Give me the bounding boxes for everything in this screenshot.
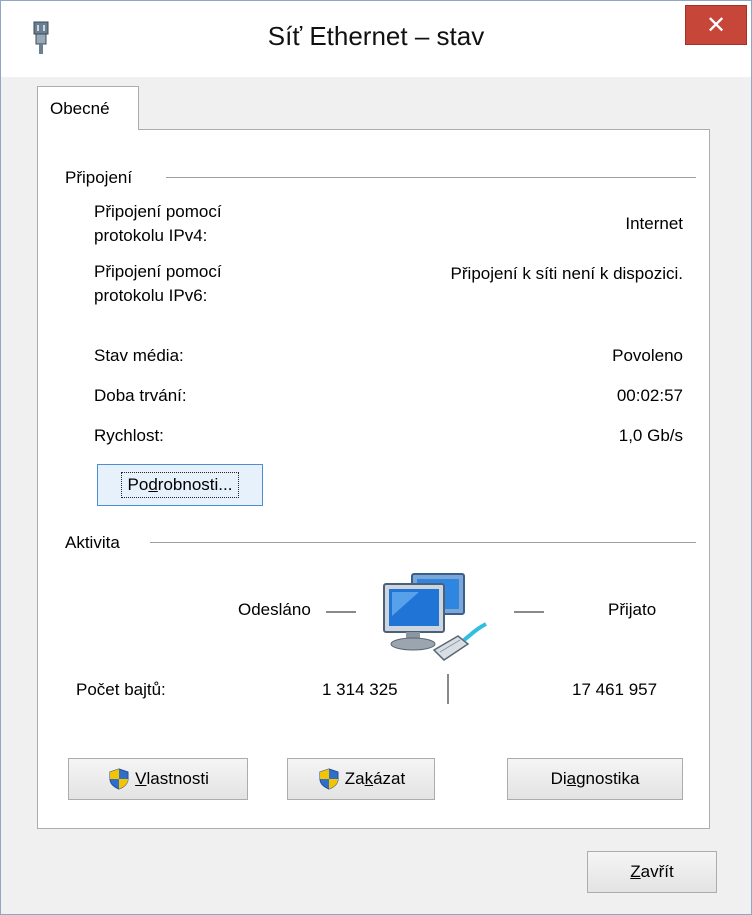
properties-label-key: V (135, 769, 147, 788)
received-connector-line (514, 611, 544, 613)
details-label-pre: Po (127, 475, 149, 494)
duration-label: Doba trvání: (94, 386, 187, 405)
tab-panel-general: Připojení Připojení pomocí protokolu IPv… (37, 129, 710, 829)
network-computers-icon (383, 573, 487, 661)
group-divider-activity (150, 542, 696, 543)
properties-button-label: Vlastnosti (135, 769, 209, 789)
diagnose-label-pre: Di (550, 769, 567, 788)
disable-button[interactable]: Zakázat (287, 758, 435, 800)
received-label: Přijato (608, 600, 657, 619)
diagnose-button-label: Diagnostika (551, 769, 640, 789)
diagnose-label-post: gnostika (576, 769, 640, 788)
close-label-key: Z (630, 862, 641, 881)
ipv4-label-line2: protokolu IPv4: (94, 226, 208, 245)
details-button[interactable]: Podrobnosti... (97, 464, 263, 506)
details-label-key: d (148, 475, 158, 494)
ipv6-label-line2: protokolu IPv6: (94, 286, 208, 305)
close-icon: ✕ (705, 12, 727, 39)
title-bar: Síť Ethernet – stav ✕ (1, 1, 751, 77)
ipv6-value: Připojení k síti není k dispozici. (450, 264, 683, 283)
uac-shield-icon (319, 768, 339, 790)
tab-general-label: Obecné (50, 99, 110, 118)
bytes-label: Počet bajtů: (76, 680, 166, 699)
disable-label-post: ázat (373, 769, 406, 788)
bytes-received-value: 17 461 957 (572, 680, 658, 699)
disable-button-label: Zakázat (345, 769, 405, 789)
group-divider-connection (166, 177, 696, 178)
window-title: Síť Ethernet – stav (267, 21, 485, 51)
duration-value: 00:02:57 (616, 386, 683, 405)
diagnose-label-key: a (566, 769, 577, 788)
media-state-label: Stav média: (94, 346, 184, 365)
close-button-label: Zavřít (630, 862, 673, 882)
bytes-sent-value: 1 314 325 (322, 680, 398, 699)
ipv4-value: Internet (625, 214, 683, 233)
dialog-window: Síť Ethernet – stav ✕ Obecné Připojení P… (0, 0, 752, 915)
dialog-client-area: Obecné Připojení Připojení pomocí protok… (8, 77, 744, 909)
tab-general[interactable]: Obecné (37, 86, 139, 130)
uac-shield-icon (109, 768, 129, 790)
group-label-connection: Připojení (65, 168, 133, 187)
bytes-separator (447, 674, 449, 704)
ipv4-label: Připojení pomocí protokolu IPv4: (94, 200, 222, 248)
ipv6-label: Připojení pomocí protokolu IPv6: (94, 260, 222, 308)
diagnose-button[interactable]: Diagnostika (507, 758, 683, 800)
details-label-post: robnosti... (157, 475, 233, 494)
speed-value: 1,0 Gb/s (618, 426, 683, 445)
speed-label: Rychlost: (94, 426, 164, 445)
sent-connector-line (326, 611, 356, 613)
close-label-post: avřít (640, 862, 674, 881)
properties-label-post: lastnosti (146, 769, 209, 788)
close-window-button[interactable]: ✕ (685, 5, 747, 45)
media-state-value: Povoleno (612, 346, 683, 365)
details-button-label: Podrobnosti... (120, 472, 240, 498)
ipv4-label-line1: Připojení pomocí (94, 202, 222, 221)
close-button[interactable]: Zavřít (587, 851, 717, 893)
disable-label-pre: Za (344, 769, 365, 788)
ipv6-label-line1: Připojení pomocí (94, 262, 222, 281)
sent-label: Odesláno (238, 600, 311, 619)
disable-label-key: k (364, 769, 374, 788)
properties-button[interactable]: Vlastnosti (68, 758, 248, 800)
group-label-activity: Aktivita (65, 533, 120, 552)
